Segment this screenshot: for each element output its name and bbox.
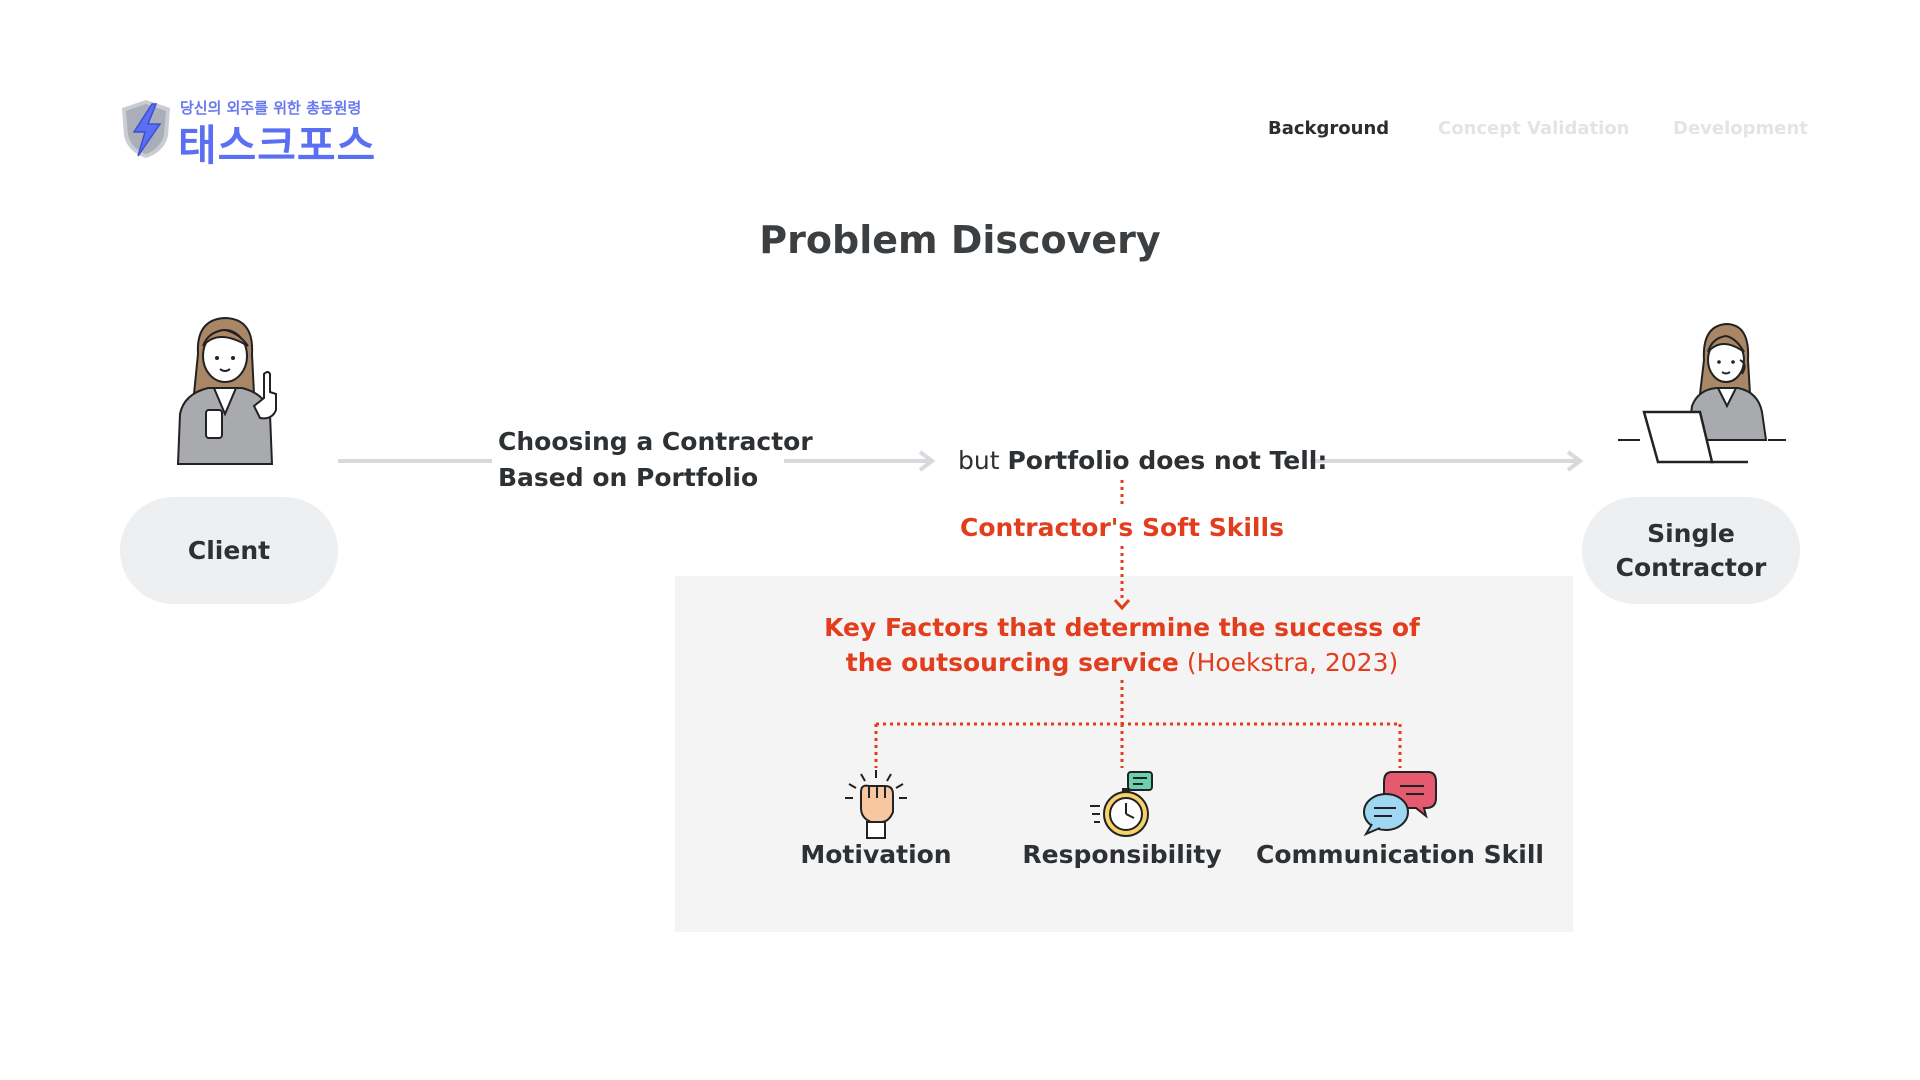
arrowhead-key-factors [1113,599,1131,611]
speech-bubbles-icon [1363,771,1437,837]
step1-line2: Based on Portfolio [498,463,759,492]
raised-fist-icon [845,770,907,839]
key-factors-citation: (Hoekstra, 2023) [1178,648,1399,677]
step2-bold: Portfolio does not Tell: [1007,446,1328,475]
factor-responsibility-label: Responsibility [1022,840,1222,869]
step1-label: Choosing a Contractor Based on Portfolio [498,424,813,496]
soft-skills-label: Contractor's Soft Skills [960,513,1284,542]
stopwatch-icon [1090,771,1153,837]
factor-communication-label: Communication Skill [1255,840,1544,869]
step2-prefix: but [958,446,1008,475]
step2-label: but Portfolio does not Tell: [958,443,1327,479]
step1-line1: Choosing a Contractor [498,427,813,456]
key-factors-line1: Key Factors that determine the success o… [824,613,1420,642]
key-factors-line2-bold: the outsourcing service [845,648,1179,677]
key-factors-line2: the outsourcing service (Hoekstra, 2023) [772,645,1472,681]
